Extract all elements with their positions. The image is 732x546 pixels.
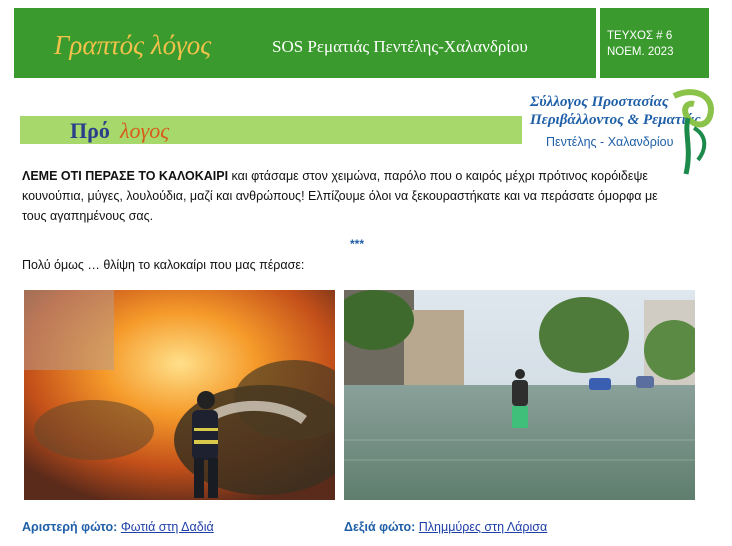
intro-lead: ΛΕΜΕ ΟΤΙ ΠΕΡΑΣΕ ΤΟ ΚΑΛΟΚΑΙΡΙ — [22, 169, 229, 183]
association-logo: Σύλλογος Προστασίας Περιβάλλοντος & Ρεμα… — [526, 88, 716, 178]
right-caption-link[interactable]: Πλημμύρες στη Λάρισα — [419, 520, 547, 534]
issue-date: ΝΟΕΜ. 2023 — [607, 46, 674, 58]
masthead-divider — [596, 8, 600, 78]
issue-number: ΤΕΥΧΟΣ # 6 — [607, 30, 673, 42]
left-photo-caption: Αριστερή φώτο: Φωτιά στη Δαδιά — [22, 520, 214, 534]
masthead: Γραπτός λόγος SOS Ρεματιάς Πεντέλης-Χαλα… — [14, 8, 709, 78]
leaf-icon — [672, 89, 714, 175]
section-heading-bar: Πρό λογος — [20, 116, 522, 144]
left-caption-label: Αριστερή φώτο: — [22, 520, 118, 534]
fire-photo — [24, 290, 335, 500]
newsletter-title: Γραπτός λόγος — [54, 30, 212, 60]
logo-line-3: Πεντέλης - Χαλανδρίου — [546, 135, 674, 149]
left-caption-link[interactable]: Φωτιά στη Δαδιά — [121, 520, 214, 534]
section-heading-word-2: λογος — [120, 118, 170, 143]
intro-paragraph: ΛΕΜΕ ΟΤΙ ΠΕΡΑΣΕ ΤΟ ΚΑΛΟΚΑΙΡΙ και φτάσαμε… — [22, 166, 682, 226]
newsletter-subtitle: SOS Ρεματιάς Πεντέλης-Χαλανδρίου — [272, 37, 528, 56]
second-paragraph: Πολύ όμως … θλίψη το καλοκαίρι που μας π… — [22, 258, 305, 272]
section-heading-word-1: Πρό — [70, 118, 110, 143]
issue-info: ΤΕΥΧΟΣ # 6 ΝΟΕΜ. 2023 — [607, 28, 673, 60]
flood-photo — [344, 290, 695, 500]
logo-line-1: Σύλλογος Προστασίας — [530, 94, 669, 110]
separator: *** — [350, 237, 365, 251]
right-photo-caption: Δεξιά φώτο: Πλημμύρες στη Λάρισα — [344, 520, 547, 534]
right-caption-label: Δεξιά φώτο: — [344, 520, 416, 534]
